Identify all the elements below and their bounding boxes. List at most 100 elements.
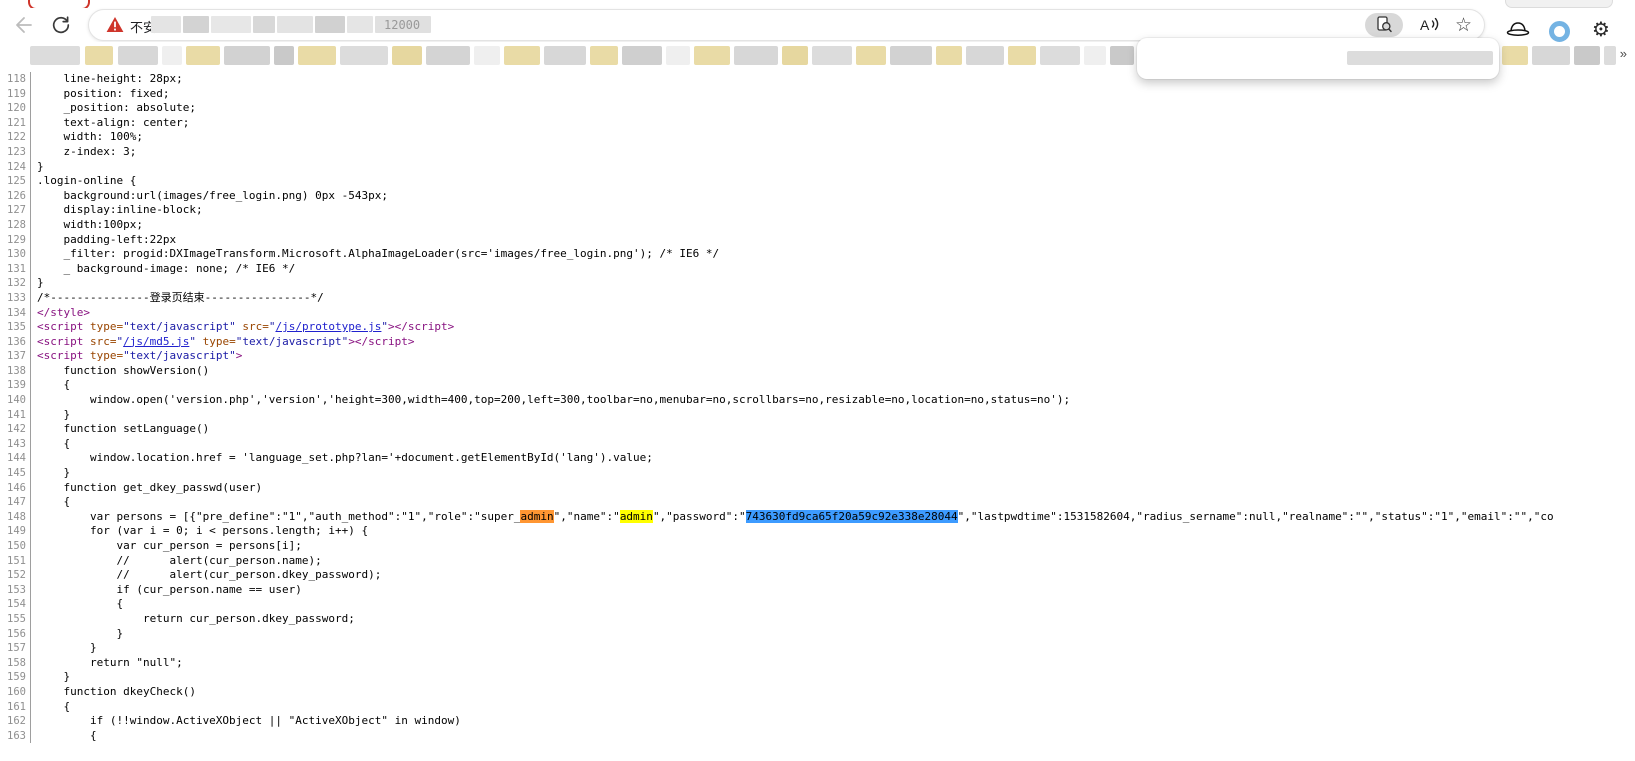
selected-password-hash: 743630fd9ca65f20a59c92e338e28044 bbox=[746, 510, 958, 523]
bookmark-item-blurred[interactable] bbox=[936, 46, 962, 65]
bookmark-item-blurred[interactable] bbox=[782, 46, 808, 65]
source-line-code: padding-left:22px bbox=[37, 233, 176, 248]
line-number: 129 bbox=[0, 233, 31, 248]
bookmark-item-blurred[interactable] bbox=[30, 46, 80, 65]
bookmark-item-blurred[interactable] bbox=[474, 46, 500, 65]
source-line-code: line-height: 28px; bbox=[37, 72, 183, 87]
line-number: 119 bbox=[0, 87, 31, 102]
source-line-code: if (cur_person.name == user) bbox=[37, 583, 302, 598]
bookmark-item-blurred[interactable] bbox=[1040, 46, 1080, 65]
line-number: 147 bbox=[0, 495, 31, 510]
line-number: 151 bbox=[0, 554, 31, 569]
source-line: 146 function get_dkey_passwd(user) bbox=[0, 481, 1635, 496]
source-line: 131 _ background-image: none; /* IE6 */ bbox=[0, 262, 1635, 277]
bookmark-item-blurred[interactable] bbox=[118, 46, 158, 65]
source-line: 121 text-align: center; bbox=[0, 116, 1635, 131]
favorites-star-icon[interactable]: ☆ bbox=[1455, 15, 1472, 35]
source-line-code: text-align: center; bbox=[37, 116, 189, 131]
reload-button[interactable] bbox=[50, 13, 74, 37]
bookmark-item-blurred[interactable] bbox=[426, 46, 470, 65]
view-source-content: 118 line-height: 28px;119 position: fixe… bbox=[0, 72, 1635, 761]
source-line-code: // alert(cur_person.dkey_password); bbox=[37, 568, 381, 583]
bookmark-item-blurred[interactable] bbox=[224, 46, 270, 65]
bookmark-item-blurred[interactable] bbox=[392, 46, 422, 65]
line-number: 156 bbox=[0, 627, 31, 642]
line-number: 161 bbox=[0, 700, 31, 715]
source-line: 160 function dkeyCheck() bbox=[0, 685, 1635, 700]
line-number: 124 bbox=[0, 160, 31, 175]
source-line-code: return "null"; bbox=[37, 656, 183, 671]
source-line: 159 } bbox=[0, 670, 1635, 685]
bookmark-item-blurred[interactable] bbox=[340, 46, 388, 65]
bookmark-item-blurred[interactable] bbox=[298, 46, 336, 65]
source-line-code: if (!!window.ActiveXObject || "ActiveXOb… bbox=[37, 714, 461, 729]
bookmark-item-blurred[interactable] bbox=[162, 46, 182, 65]
hat-extension-icon[interactable] bbox=[1506, 21, 1530, 37]
source-link[interactable]: /js/prototype.js bbox=[275, 320, 381, 333]
bookmark-item-blurred[interactable] bbox=[186, 46, 220, 65]
address-bar[interactable]: 不安 12000 A ☆ bbox=[88, 9, 1485, 41]
source-line-code: return cur_person.dkey_password; bbox=[37, 612, 355, 627]
bookmark-item-blurred[interactable] bbox=[85, 46, 113, 65]
source-link[interactable]: /js/md5.js bbox=[123, 335, 189, 348]
bookmark-item-blurred[interactable] bbox=[966, 46, 1004, 65]
bookmark-item-blurred[interactable] bbox=[1110, 46, 1134, 65]
bookmark-item-blurred[interactable] bbox=[694, 46, 730, 65]
line-number: 150 bbox=[0, 539, 31, 554]
bookmark-item-blurred[interactable] bbox=[622, 46, 662, 65]
bookmark-item-blurred[interactable] bbox=[1574, 46, 1600, 65]
source-line: 149 for (var i = 0; i < persons.length; … bbox=[0, 524, 1635, 539]
source-line: 139 { bbox=[0, 378, 1635, 393]
popup-blurred-content bbox=[1347, 51, 1493, 65]
bookmark-item-blurred[interactable] bbox=[1084, 46, 1106, 65]
source-line-code: window.open('version.php','version','hei… bbox=[37, 393, 1070, 408]
line-number: 128 bbox=[0, 218, 31, 233]
line-number: 137 bbox=[0, 349, 31, 364]
back-arrow-icon bbox=[12, 14, 34, 36]
line-number: 143 bbox=[0, 437, 31, 452]
source-line-code: _position: absolute; bbox=[37, 101, 196, 116]
source-line: 161 { bbox=[0, 700, 1635, 715]
line-number: 123 bbox=[0, 145, 31, 160]
source-line-code: } bbox=[37, 641, 97, 656]
back-button[interactable] bbox=[12, 13, 36, 37]
bookmark-item-blurred[interactable] bbox=[274, 46, 294, 65]
line-number: 141 bbox=[0, 408, 31, 423]
bookmark-item-blurred[interactable] bbox=[1502, 46, 1528, 65]
bookmark-item-blurred[interactable] bbox=[734, 46, 778, 65]
bookmark-item-blurred[interactable] bbox=[812, 46, 852, 65]
source-line-code: _ background-image: none; /* IE6 */ bbox=[37, 262, 295, 277]
bookmark-item-blurred[interactable] bbox=[504, 46, 540, 65]
bookmark-item-blurred[interactable] bbox=[666, 46, 690, 65]
read-aloud-icon[interactable]: A bbox=[1418, 15, 1440, 35]
line-number: 159 bbox=[0, 670, 31, 685]
bookmark-item-blurred[interactable] bbox=[856, 46, 886, 65]
settings-gear-icon[interactable]: ⚙ bbox=[1592, 17, 1610, 41]
bookmark-item-blurred[interactable] bbox=[1604, 46, 1616, 65]
bookmarks-overflow-chevron[interactable]: » bbox=[1620, 46, 1627, 61]
bookmark-item-blurred[interactable] bbox=[590, 46, 618, 65]
url-visible-fragment: 12000 bbox=[384, 18, 420, 32]
source-line: 163 { bbox=[0, 729, 1635, 744]
source-line-code: { bbox=[37, 729, 97, 744]
tab-fragment[interactable] bbox=[1505, 0, 1613, 8]
security-warning-icon[interactable] bbox=[106, 16, 124, 33]
source-line: 148 var persons = [{"pre_define":"1","au… bbox=[0, 510, 1635, 525]
source-line: 147 { bbox=[0, 495, 1635, 510]
ring-extension-icon[interactable] bbox=[1549, 21, 1570, 42]
bookmark-item-blurred[interactable] bbox=[1008, 46, 1036, 65]
source-line-code: } bbox=[37, 670, 70, 685]
source-line: 120 _position: absolute; bbox=[0, 101, 1635, 116]
address-dropdown-popup[interactable] bbox=[1137, 38, 1499, 79]
bookmark-item-blurred[interactable] bbox=[890, 46, 932, 65]
bookmark-item-blurred[interactable] bbox=[544, 46, 586, 65]
source-line: 154 { bbox=[0, 597, 1635, 612]
search-in-page-icon[interactable] bbox=[1365, 13, 1403, 37]
line-number: 144 bbox=[0, 451, 31, 466]
source-line-code: position: fixed; bbox=[37, 87, 169, 102]
bookmark-item-blurred[interactable] bbox=[1532, 46, 1570, 65]
source-line: 143 { bbox=[0, 437, 1635, 452]
source-line-code: } bbox=[37, 276, 44, 291]
line-number: 120 bbox=[0, 101, 31, 116]
line-number: 138 bbox=[0, 364, 31, 379]
